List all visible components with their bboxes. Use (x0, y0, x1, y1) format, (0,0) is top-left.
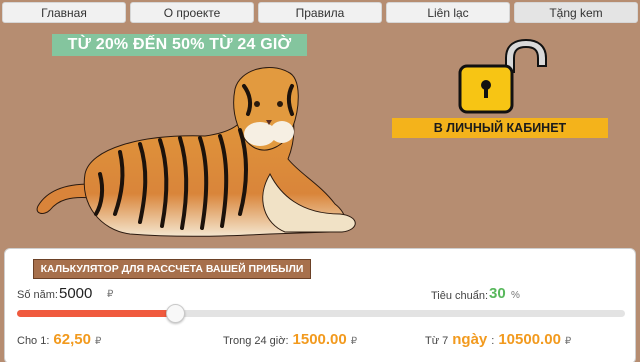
top-navigation: Главная О проекте Правила Liên lạc Tặng … (0, 0, 640, 24)
result-separator: : (491, 335, 495, 347)
result-value: 62,50 (53, 331, 91, 348)
result-currency: ₽ (350, 336, 358, 347)
rate-label: Tiêu chuẩn: (431, 290, 489, 302)
calculator-results: Cho 1: 62,50 ₽ Trong 24 giờ: 1500.00 ₽ T… (17, 331, 623, 353)
calculator-inputs: Số năm: 5000 ₽ Tiêu chuẩn: 30 % (17, 285, 623, 305)
amount-currency: ₽ (107, 289, 114, 300)
nav-rules[interactable]: Правила (258, 2, 382, 23)
result-24h: Trong 24 giờ: 1500.00 ₽ (223, 331, 357, 348)
result-days-label: ngày (452, 331, 488, 348)
amount-slider[interactable] (17, 304, 625, 323)
tiger-illustration (36, 67, 356, 237)
cabinet-button[interactable]: В ЛИЧНЫЙ КАБИНЕТ (392, 118, 608, 138)
slider-fill (17, 310, 176, 317)
result-7days: Từ 7 ngày : 10500.00 ₽ (425, 331, 571, 348)
amount-label: Số năm: (17, 289, 58, 301)
rate-value: 30 (489, 285, 506, 302)
slider-handle[interactable] (166, 304, 186, 323)
nav-bonus[interactable]: Tặng kem (514, 2, 638, 23)
nav-contact[interactable]: Liên lạc (386, 2, 510, 23)
result-label: Trong 24 giờ: (223, 335, 289, 347)
calculator-title: КАЛЬКУЛЯТОР ДЛЯ РАССЧЕТА ВАШЕЙ ПРИБЫЛИ (33, 259, 311, 279)
nav-home[interactable]: Главная (2, 2, 126, 23)
result-currency: ₽ (94, 336, 102, 347)
result-per-one: Cho 1: 62,50 ₽ (17, 331, 101, 348)
nav-about[interactable]: О проекте (130, 2, 254, 23)
amount-value: 5000 (59, 285, 93, 302)
promo-banner: TỪ 20% ĐẾN 50% TỪ 24 GIỜ (52, 34, 307, 56)
result-label: Cho 1: (17, 335, 50, 347)
profit-calculator: КАЛЬКУЛЯТОР ДЛЯ РАССЧЕТА ВАШЕЙ ПРИБЫЛИ S… (4, 248, 636, 362)
result-value: 1500.00 (292, 331, 347, 348)
result-value: 10500.00 (498, 331, 561, 348)
result-label: Từ 7 (425, 335, 449, 347)
result-currency: ₽ (564, 336, 572, 347)
open-padlock-icon[interactable] (454, 38, 550, 114)
rate-unit: % (511, 290, 520, 301)
